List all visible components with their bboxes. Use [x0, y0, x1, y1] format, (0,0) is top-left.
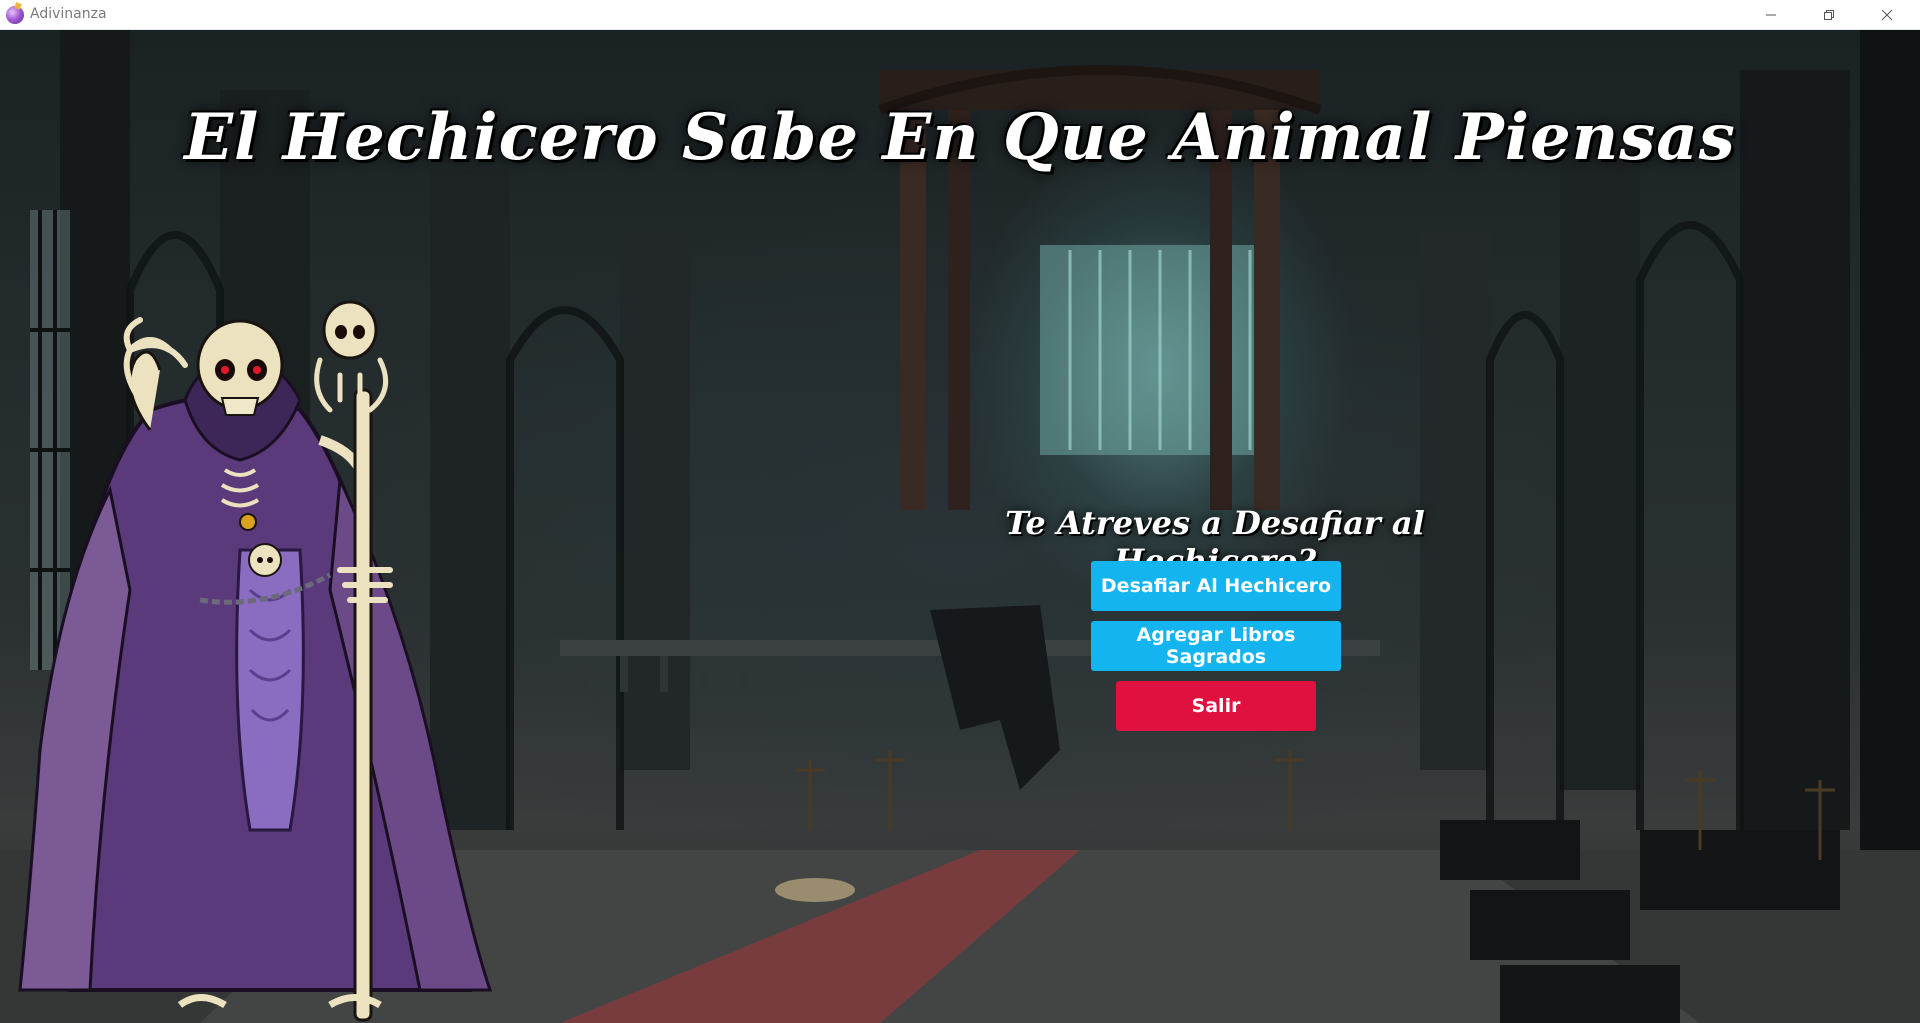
- close-icon: [1881, 9, 1893, 20]
- close-button[interactable]: [1858, 0, 1916, 29]
- exit-button[interactable]: Salir: [1116, 681, 1316, 731]
- minimize-icon: [1766, 14, 1776, 15]
- minimize-button[interactable]: [1742, 0, 1800, 29]
- main-title: El Hechicero Sabe En Que Animal Piensas: [184, 100, 1736, 175]
- add-sacred-books-button[interactable]: Agregar Libros Sagrados: [1091, 621, 1341, 671]
- window-titlebar: Adivinanza: [0, 0, 1920, 30]
- restore-button[interactable]: [1800, 0, 1858, 29]
- window-title: Adivinanza: [30, 6, 107, 22]
- main-scene: El Hechicero Sabe En Que Animal Piensas …: [0, 30, 1920, 1023]
- challenge-wizard-button[interactable]: Desafiar Al Hechicero: [1091, 561, 1341, 611]
- crystal-ball-icon: [6, 6, 24, 24]
- restore-icon: [1824, 9, 1834, 20]
